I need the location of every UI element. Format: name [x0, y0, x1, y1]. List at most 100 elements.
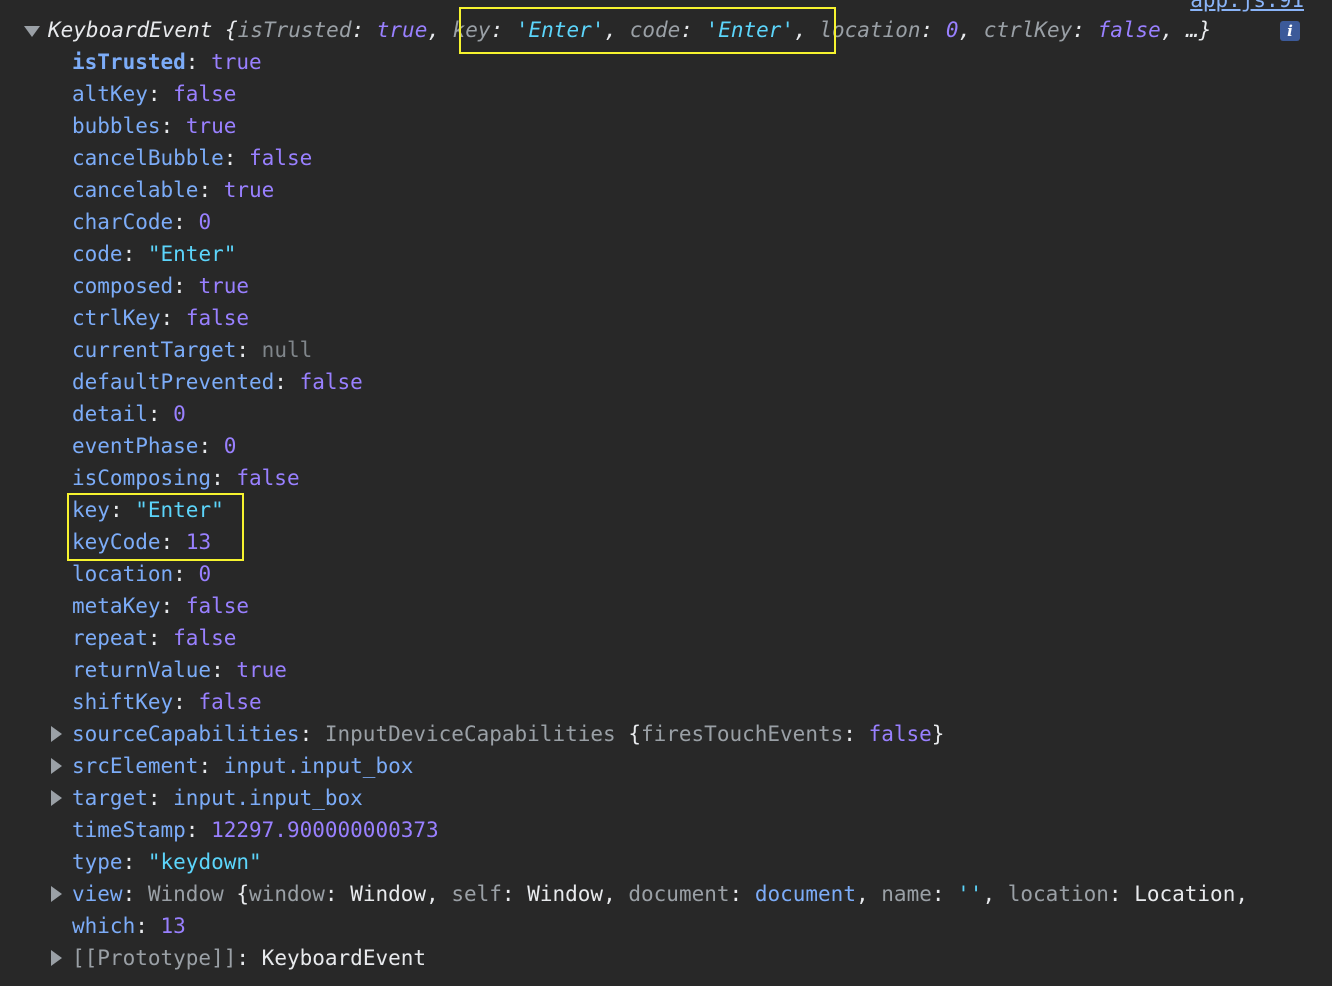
property-value-part: document — [628, 882, 730, 906]
property-row[interactable]: view: Window {window: Window, self: Wind… — [72, 878, 1332, 910]
property-key: target — [72, 786, 148, 810]
property-row: ctrlKey: false — [72, 302, 1332, 334]
comma: , — [427, 18, 453, 42]
property-value-part: InputDeviceCapabilities — [324, 722, 616, 746]
colon: : — [147, 626, 174, 650]
colon: : — [274, 370, 300, 394]
property-value: true — [211, 50, 262, 74]
property-key: composed — [72, 274, 174, 298]
property-value: false — [185, 594, 250, 618]
property-value: "keydown" — [147, 850, 262, 874]
property-row: keyCode: 13 — [72, 526, 1332, 558]
colon: : — [236, 338, 262, 362]
property-row: timeStamp: 12297.900000000373 — [72, 814, 1332, 846]
collapse-triangle-icon[interactable] — [24, 26, 40, 37]
property-key: repeat — [72, 626, 148, 650]
colon: : — [160, 594, 186, 618]
property-value-part: Window — [350, 882, 427, 906]
property-value: 13 — [160, 914, 186, 938]
property-value: false — [185, 306, 250, 330]
property-value-part: Location — [1134, 882, 1236, 906]
property-value-part: Window — [527, 882, 604, 906]
property-value-part: : — [1108, 882, 1135, 906]
console-panel: app.js:91 KeyboardEvent {isTrusted: true… — [0, 0, 1332, 986]
property-key: location — [72, 562, 174, 586]
property-value-part: , — [1235, 882, 1261, 906]
property-value-part: window — [249, 882, 325, 906]
expand-triangle-icon[interactable] — [51, 886, 62, 902]
colon: : — [236, 946, 262, 970]
property-value: false — [236, 466, 300, 490]
property-value: false — [249, 146, 313, 170]
property-value: 0 — [198, 562, 212, 586]
property-key: charCode — [72, 210, 174, 234]
property-value-part: { — [223, 882, 250, 906]
property-key: returnValue — [72, 658, 212, 682]
property-key: cancelable — [72, 178, 199, 202]
property-row[interactable]: srcElement: input.input_box — [72, 750, 1332, 782]
property-value: 0 — [223, 434, 237, 458]
property-key: srcElement — [72, 754, 199, 778]
colon: : — [211, 658, 237, 682]
property-key: sourceCapabilities — [72, 722, 300, 746]
colon: : — [198, 178, 224, 202]
property-value-part: : — [501, 882, 528, 906]
property-row[interactable]: [[Prototype]]: KeyboardEvent — [72, 942, 1332, 974]
ellipsis: … — [1186, 18, 1199, 42]
property-value: true — [185, 114, 237, 138]
expand-triangle-icon[interactable] — [51, 726, 62, 742]
property-row[interactable]: sourceCapabilities: InputDeviceCapabilit… — [72, 718, 1332, 750]
property-row: cancelable: true — [72, 174, 1332, 206]
property-value-part: input.input_box — [173, 786, 363, 810]
summary-key: isTrusted — [237, 18, 352, 42]
property-value: 0 — [173, 402, 186, 426]
info-icon[interactable]: i — [1280, 21, 1300, 41]
property-value-part: KeyboardEvent — [261, 946, 427, 970]
expand-triangle-icon[interactable] — [51, 950, 62, 966]
colon: : — [173, 210, 199, 234]
highlight-box-properties — [67, 493, 244, 561]
property-value-part: document — [754, 882, 856, 906]
source-link[interactable]: app.js:91 — [1190, 0, 1304, 12]
property-row: which: 13 — [72, 910, 1332, 942]
property-row: location: 0 — [72, 558, 1332, 590]
property-row: composed: true — [72, 270, 1332, 302]
colon: : — [122, 242, 148, 266]
colon: : — [211, 466, 237, 490]
property-key: bubbles — [72, 114, 161, 138]
colon: : — [185, 818, 212, 842]
property-value: null — [261, 338, 313, 362]
property-row: cancelBubble: false — [72, 142, 1332, 174]
property-key: eventPhase — [72, 434, 199, 458]
colon: : — [160, 114, 186, 138]
brace: { — [212, 18, 238, 42]
property-row: key: "Enter" — [72, 494, 1332, 526]
property-key: shiftKey — [72, 690, 174, 714]
expand-triangle-icon[interactable] — [51, 758, 62, 774]
property-row[interactable]: target: input.input_box — [72, 782, 1332, 814]
property-value: "Enter" — [147, 242, 237, 266]
property-row: returnValue: true — [72, 654, 1332, 686]
brace: } — [1198, 18, 1212, 42]
summary-value: 0 — [945, 18, 959, 42]
property-key: timeStamp — [72, 818, 186, 842]
property-row: altKey: false — [72, 78, 1332, 110]
property-key: which — [72, 914, 136, 938]
property-key: view — [72, 882, 123, 906]
property-value: true — [236, 658, 287, 682]
colon: : — [147, 402, 174, 426]
property-value-part: input.input_box — [223, 754, 414, 778]
property-row: detail: 0 — [72, 398, 1332, 430]
property-value-part: : — [843, 722, 869, 746]
property-row: shiftKey: false — [72, 686, 1332, 718]
property-row: eventPhase: 0 — [72, 430, 1332, 462]
property-value-part: firesTouchEvents — [640, 722, 844, 746]
colon: : — [198, 754, 224, 778]
colon: : — [173, 562, 199, 586]
property-row: currentTarget: null — [72, 334, 1332, 366]
colon: : — [147, 82, 174, 106]
property-key: detail — [72, 402, 148, 426]
property-key: code — [72, 242, 123, 266]
property-value-part: '' — [957, 882, 983, 906]
expand-triangle-icon[interactable] — [51, 790, 62, 806]
